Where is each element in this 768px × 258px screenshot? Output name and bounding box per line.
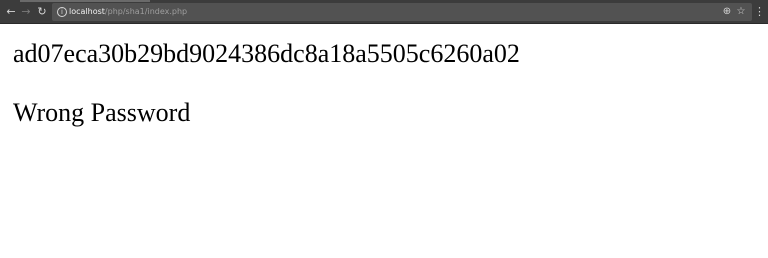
- hash-output: ad07eca30b29bd9024386dc8a18a5505c6260a02: [13, 39, 520, 68]
- reload-button[interactable]: ↻: [35, 5, 49, 19]
- arrow-left-icon: ←: [6, 5, 16, 18]
- url-text[interactable]: localhost/php/sha1/index.php: [69, 5, 187, 19]
- url-host: localhost: [69, 7, 105, 16]
- status-message: Wrong Password: [13, 98, 191, 127]
- active-tab-indicator: [20, 0, 150, 2]
- arrow-right-icon: →: [21, 5, 31, 18]
- forward-button[interactable]: →: [19, 5, 33, 19]
- browser-toolbar: ← → ↻ i localhost/php/sha1/index.php ⊕ ☆…: [0, 0, 768, 24]
- reload-icon: ↻: [37, 5, 47, 18]
- bookmark-button[interactable]: ☆: [734, 5, 748, 19]
- zoom-button[interactable]: ⊕: [720, 5, 734, 19]
- zoom-icon: ⊕: [722, 6, 732, 17]
- back-button[interactable]: ←: [4, 5, 18, 19]
- info-icon[interactable]: i: [57, 7, 67, 17]
- url-path: /php/sha1/index.php: [104, 7, 188, 16]
- star-icon: ☆: [736, 6, 746, 17]
- address-bar[interactable]: i localhost/php/sha1/index.php ⊕ ☆: [52, 3, 752, 21]
- browser-menu-button[interactable]: ⋮: [754, 5, 765, 19]
- kebab-menu-icon: ⋮: [754, 5, 765, 18]
